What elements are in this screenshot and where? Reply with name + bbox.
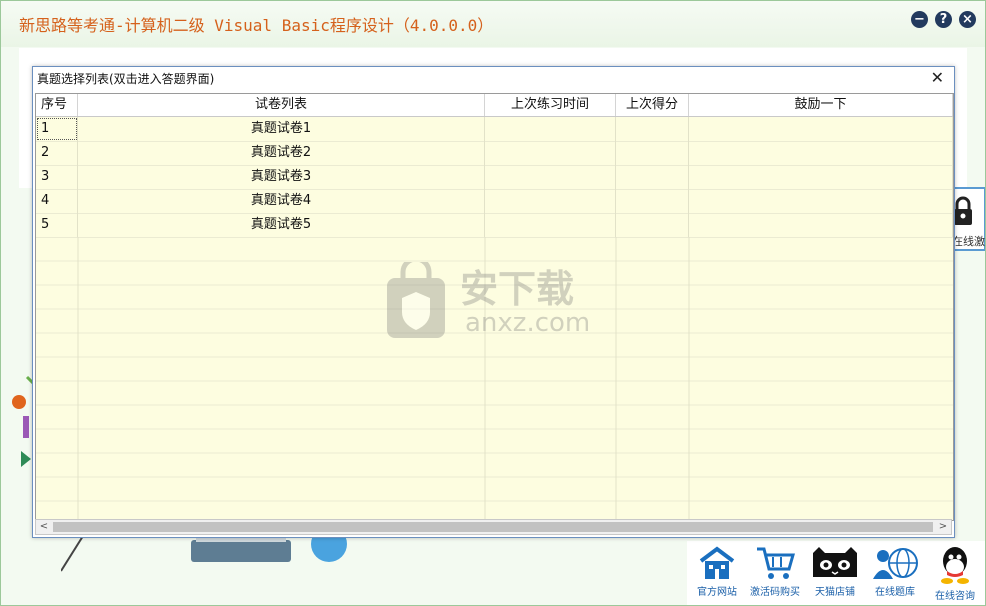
row-index: 3 <box>36 165 78 189</box>
shopping-cart-icon <box>757 547 795 579</box>
row-paper-name: 真题试卷3 <box>78 165 485 189</box>
row-index: 5 <box>36 213 78 237</box>
books-decoration-icon <box>61 536 347 572</box>
row-encourage <box>689 213 953 237</box>
tmall-cat-icon <box>813 547 857 577</box>
table-row[interactable]: 2 真题试卷2 <box>36 141 953 166</box>
row-last-time <box>485 141 616 165</box>
app-title: 新思路等考通-计算机二级 Visual Basic程序设计（4.0.0.0） <box>19 16 494 35</box>
row-last-score <box>616 213 689 237</box>
lock-label: 在线激活 <box>952 235 985 248</box>
shopping-bag-logo-icon <box>387 256 445 338</box>
globe-user-icon <box>873 548 918 579</box>
help-button[interactable]: ? <box>935 11 952 28</box>
row-last-time <box>485 165 616 189</box>
column-header-paper[interactable]: 试卷列表 <box>78 94 485 116</box>
column-header-encourage[interactable]: 鼓励一下 <box>689 94 953 116</box>
bottom-toolbar: 官方网站 激活码购买 天猫店铺 在线题库 在线咨询 <box>687 541 985 605</box>
bottom-label: 天猫店铺 <box>815 587 855 598</box>
bottom-label: 在线题库 <box>875 587 915 598</box>
scroll-right-button[interactable]: > <box>935 520 951 534</box>
column-header-last-score[interactable]: 上次得分 <box>616 94 689 116</box>
qq-penguin-icon <box>941 547 969 584</box>
scroll-left-button[interactable]: < <box>36 520 52 534</box>
title-bar: 新思路等考通-计算机二级 Visual Basic程序设计（4.0.0.0） −… <box>1 1 985 47</box>
row-last-time <box>485 117 616 141</box>
row-last-score <box>616 141 689 165</box>
bottom-label: 激活码购买 <box>750 587 800 598</box>
row-index: 2 <box>36 141 78 165</box>
watermark: 安下载 anxz.com <box>385 256 605 342</box>
online-question-bank-button[interactable]: 在线题库 <box>865 545 925 603</box>
official-site-button[interactable]: 官方网站 <box>687 545 747 603</box>
watermark-title: 安下载 <box>460 267 575 311</box>
watermark-subtitle: anxz.com <box>465 308 591 338</box>
row-last-score <box>616 165 689 189</box>
table-row[interactable]: 5 真题试卷5 <box>36 213 953 238</box>
column-header-index[interactable]: 序号 <box>36 94 78 116</box>
row-paper-name: 真题试卷2 <box>78 141 485 165</box>
row-encourage <box>689 165 953 189</box>
row-last-time <box>485 213 616 237</box>
row-encourage <box>689 141 953 165</box>
bottom-label: 在线咨询 <box>935 591 975 602</box>
table-row[interactable]: 1 真题试卷1 <box>36 117 953 142</box>
bottom-label: 官方网站 <box>697 587 737 598</box>
row-paper-name: 真题试卷5 <box>78 213 485 237</box>
row-paper-name: 真题试卷4 <box>78 189 485 213</box>
dialog-close-button[interactable]: ✕ <box>931 68 944 88</box>
online-consult-button[interactable]: 在线咨询 <box>925 545 985 603</box>
house-icon <box>699 546 735 579</box>
scrollbar-thumb[interactable] <box>53 522 933 532</box>
column-header-last-time[interactable]: 上次练习时间 <box>485 94 616 116</box>
row-last-score <box>616 117 689 141</box>
table-row[interactable]: 4 真题试卷4 <box>36 189 953 214</box>
row-paper-name: 真题试卷1 <box>78 117 485 141</box>
table-header: 序号 试卷列表 上次练习时间 上次得分 鼓励一下 <box>36 94 953 117</box>
lock-icon <box>954 196 972 225</box>
close-button[interactable]: × <box>959 11 976 28</box>
tmall-store-button[interactable]: 天猫店铺 <box>805 545 865 603</box>
row-last-time <box>485 189 616 213</box>
dialog-title: 真题选择列表(双击进入答题界面) <box>37 72 215 86</box>
row-encourage <box>689 117 953 141</box>
row-last-score <box>616 189 689 213</box>
buy-code-button[interactable]: 激活码购买 <box>745 545 805 603</box>
row-encourage <box>689 189 953 213</box>
row-index: 4 <box>36 189 78 213</box>
minimize-button[interactable]: − <box>911 11 928 28</box>
horizontal-scrollbar[interactable]: < > <box>35 519 952 535</box>
row-index: 1 <box>36 117 78 141</box>
table-row[interactable]: 3 真题试卷3 <box>36 165 953 190</box>
